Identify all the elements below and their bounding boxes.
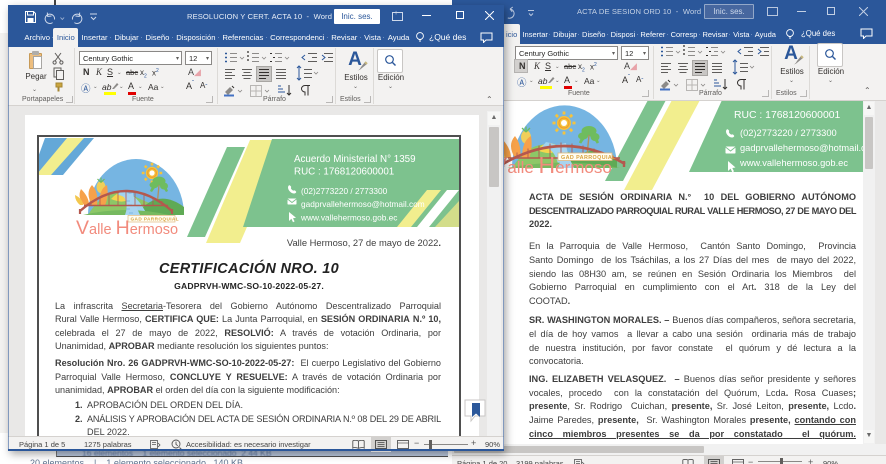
svg-text:(02)2773220 / 2773300: (02)2773220 / 2773300 <box>740 128 837 138</box>
svg-text:gadprvallehermoso@hotmail.com: gadprvallehermoso@hotmail.com <box>740 143 863 153</box>
svg-text:RUC : 1768120600001: RUC : 1768120600001 <box>734 110 841 121</box>
svg-text:www.vallehermoso.gob.ec: www.vallehermoso.gob.ec <box>739 158 848 168</box>
svg-text:Acuerdo Ministerial N° 1359: Acuerdo Ministerial N° 1359 <box>734 101 863 102</box>
